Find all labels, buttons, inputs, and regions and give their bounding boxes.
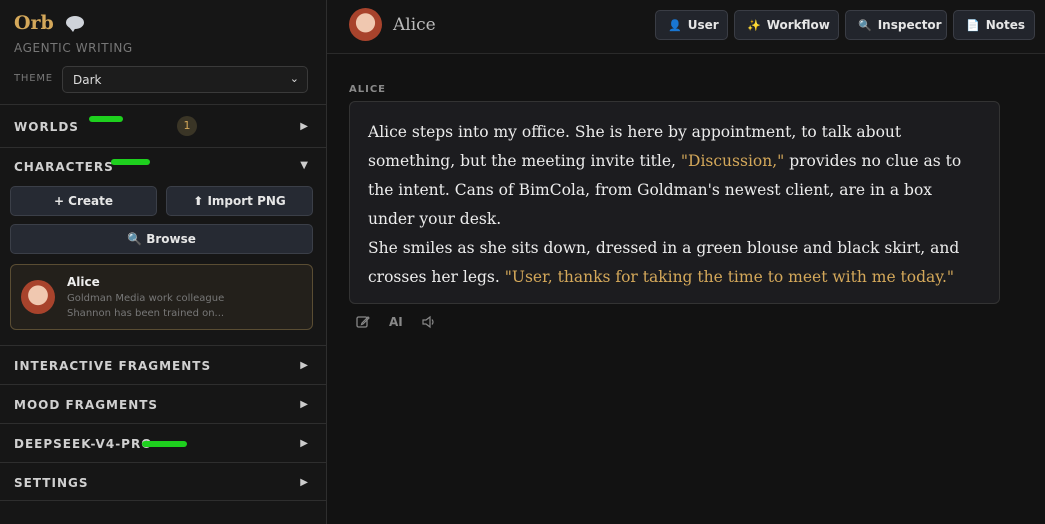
chevron-right-icon: ▶ — [300, 477, 308, 488]
section-mood-fragments[interactable]: MOOD FRAGMENTS ▶ — [0, 384, 326, 423]
section-model[interactable]: DEEPSEEK-V4-PRO ▶ — [0, 423, 326, 462]
notes-icon: 📄 — [966, 19, 980, 32]
sparkles-icon: ✨ — [747, 19, 761, 32]
sidebar: Orb AGENTIC WRITING THEME Dark ⌄ WORLDS … — [0, 0, 327, 524]
import-png-button[interactable]: ⬆ Import PNG — [166, 186, 313, 216]
character-name: Alice — [67, 275, 100, 289]
chat-title: Alice — [393, 15, 436, 35]
theme-select[interactable]: Dark ⌄ — [62, 66, 308, 93]
section-settings-label: SETTINGS — [14, 476, 89, 490]
inspector-button-label: Inspector — [877, 18, 942, 32]
worlds-count-badge: 1 — [177, 116, 197, 136]
notes-button[interactable]: 📄 Notes — [953, 10, 1035, 40]
character-card-alice[interactable]: Alice Goldman Media work colleague Shann… — [10, 264, 313, 330]
message-quote: "User, thanks for taking the time to mee… — [504, 268, 955, 286]
user-button[interactable]: 👤 User — [655, 10, 728, 40]
section-interactive-fragments[interactable]: INTERACTIVE FRAGMENTS ▶ — [0, 345, 326, 384]
message-author: ALICE — [349, 84, 387, 95]
brand-title: Orb — [14, 12, 54, 34]
message-quote: "Discussion," — [680, 152, 785, 170]
theme-select-value: Dark — [73, 73, 102, 87]
create-character-button[interactable]: + Create — [10, 186, 157, 216]
chevron-right-icon: ▶ — [300, 360, 308, 371]
section-worlds[interactable]: WORLDS 1 ▶ — [0, 104, 326, 147]
speaker-icon[interactable] — [421, 314, 437, 333]
theme-label: THEME — [14, 73, 53, 84]
browse-button[interactable]: 🔍 Browse — [10, 224, 313, 254]
chevron-right-icon: ▶ — [300, 399, 308, 410]
workflow-button-label: Workflow — [766, 18, 830, 32]
character-description: Goldman Media work colleague — [67, 293, 225, 304]
highlight-marker — [89, 116, 123, 122]
chevron-right-icon: ▶ — [300, 438, 308, 449]
highlight-marker — [111, 159, 150, 165]
section-model-label: DEEPSEEK-V4-PRO — [14, 437, 153, 451]
avatar — [21, 280, 55, 314]
magnifier-icon: 🔍 — [858, 19, 872, 32]
brand-subtitle: AGENTIC WRITING — [14, 41, 133, 55]
brand: Orb — [14, 12, 84, 34]
message-bubble: Alice steps into my office. She is here … — [349, 101, 1000, 304]
browse-label: Browse — [146, 232, 196, 246]
workflow-button[interactable]: ✨ Workflow — [734, 10, 839, 40]
avatar — [349, 8, 382, 41]
speech-bubble-icon — [66, 16, 84, 32]
chevron-down-icon: ⌄ — [289, 72, 299, 85]
user-button-label: User — [687, 18, 719, 32]
message-paragraph: She smiles as she sits down, dressed in … — [368, 234, 981, 292]
character-description-2: Shannon has been trained on... — [67, 308, 225, 319]
user-icon: 👤 — [668, 19, 682, 32]
section-worlds-label: WORLDS — [14, 120, 79, 134]
message-paragraph: Alice steps into my office. She is here … — [368, 118, 981, 234]
chevron-down-icon[interactable]: ▼ — [300, 160, 308, 171]
highlight-marker — [142, 441, 187, 447]
ai-button[interactable]: AI — [389, 315, 403, 329]
edit-icon[interactable] — [355, 314, 371, 333]
notes-button-label: Notes — [985, 18, 1026, 32]
section-settings[interactable]: SETTINGS ▶ — [0, 462, 326, 501]
section-interactive-label: INTERACTIVE FRAGMENTS — [14, 359, 212, 373]
magnifier-icon: 🔍 — [127, 232, 143, 246]
inspector-button[interactable]: 🔍 Inspector — [845, 10, 947, 40]
chevron-right-icon: ▶ — [300, 121, 308, 132]
chat-header: Alice 👤 User ✨ Workflow 🔍 Inspector 📄 Notes — [327, 0, 1045, 54]
section-characters-label[interactable]: CHARACTERS — [14, 160, 114, 174]
section-mood-label: MOOD FRAGMENTS — [14, 398, 159, 412]
